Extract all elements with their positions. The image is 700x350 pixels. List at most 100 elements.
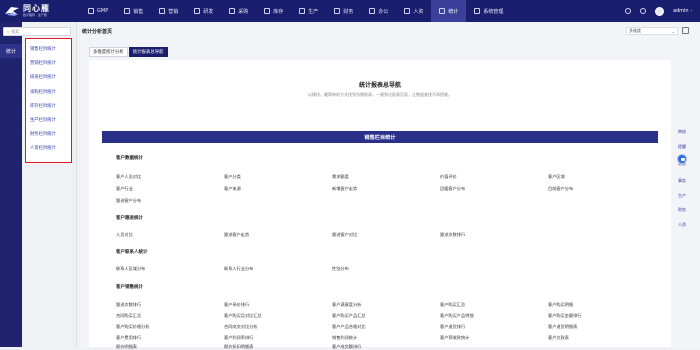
nav-item-finance[interactable]: 财务 bbox=[326, 0, 361, 22]
nav-item-settings[interactable]: 系统管理 bbox=[466, 0, 511, 22]
dock-item-production[interactable]: 生产 bbox=[673, 189, 691, 204]
report-link[interactable]: 客户退货排行 bbox=[440, 324, 465, 330]
report-link[interactable]: 联系人行业分布 bbox=[224, 266, 253, 272]
group-title: 客户跟进统计 bbox=[116, 216, 143, 221]
nav-item-office[interactable]: 办公 bbox=[361, 0, 396, 22]
logo-bird-icon bbox=[5, 7, 19, 16]
submenu-item-purchase[interactable]: 采购栏目统计 bbox=[30, 85, 56, 99]
report-link[interactable]: 回暖客户分布 bbox=[440, 186, 465, 192]
nav-item-hr[interactable]: 人资 bbox=[396, 0, 431, 22]
nav-label: 研发 bbox=[203, 8, 214, 15]
nav-item-sales[interactable]: 销售 bbox=[116, 0, 151, 22]
report-link[interactable]: 新增客户走势 bbox=[332, 186, 357, 192]
report-link[interactable]: 客户费用排行 bbox=[116, 335, 141, 341]
group-title: 客户联系人统计 bbox=[116, 250, 148, 255]
avatar[interactable] bbox=[654, 6, 664, 16]
nav-label: 库存 bbox=[273, 8, 284, 15]
report-link[interactable]: 跟进客户对比 bbox=[332, 232, 357, 238]
report-link[interactable]: 客户购买价格分析 bbox=[116, 324, 150, 330]
dock-item-hr[interactable]: 人资 bbox=[673, 218, 691, 233]
report-link[interactable]: 客户退货明细表 bbox=[548, 324, 577, 330]
report-link[interactable]: 客户采价排行 bbox=[224, 302, 249, 308]
nav-item-marketing[interactable]: 营销 bbox=[151, 0, 186, 22]
group-title: 客户销售统计 bbox=[116, 285, 143, 290]
report-link[interactable]: 客户成交额排行 bbox=[332, 344, 361, 350]
report-link[interactable]: 跟进次数排行 bbox=[116, 302, 141, 308]
report-link[interactable]: 客户购买汇总 bbox=[440, 302, 465, 308]
purchase-icon bbox=[229, 8, 236, 14]
submenu-item-sales[interactable]: 销售栏目统计 bbox=[30, 42, 56, 56]
range-select[interactable]: 多维度 ⌄ bbox=[626, 27, 678, 35]
report-link[interactable]: 客户预收款统计 bbox=[440, 335, 469, 341]
nav-item-rnd[interactable]: 研发 bbox=[186, 0, 221, 22]
finance-icon bbox=[334, 8, 341, 14]
search-placeholder: 搜索 bbox=[11, 28, 20, 34]
tab-report-nav[interactable]: 统计报表总导航 bbox=[128, 47, 168, 57]
nav-item-gmp[interactable]: GMP bbox=[80, 0, 116, 22]
report-link[interactable]: 客户购买金额排行 bbox=[548, 313, 582, 319]
report-link[interactable]: 客户欠款表 bbox=[548, 335, 569, 341]
dock-item-affairs[interactable]: 事务 bbox=[673, 174, 691, 189]
report-link[interactable]: 目前客户分布 bbox=[548, 186, 573, 192]
right-dock: 审核 提醒 消息 事务 生产 财务 人资 bbox=[673, 125, 691, 232]
submenu-item-hr[interactable]: 人资栏目统计 bbox=[30, 141, 56, 155]
gmp-icon bbox=[88, 8, 94, 14]
report-link[interactable]: 跟进客户分布 bbox=[116, 198, 141, 204]
report-link[interactable]: 报价明细表 bbox=[116, 344, 137, 350]
report-link[interactable]: 销售利润统计 bbox=[332, 335, 357, 341]
sidebar-item-stats[interactable]: 统计 bbox=[0, 44, 22, 58]
report-link[interactable]: 联系人区域分布 bbox=[116, 266, 145, 272]
report-link[interactable]: 需求额度 bbox=[332, 174, 349, 180]
submenu-item-marketing[interactable]: 营销栏目统计 bbox=[30, 56, 56, 70]
report-link[interactable]: 客户购买明细 bbox=[548, 302, 573, 308]
dock-item-audit[interactable]: 审核 bbox=[673, 125, 691, 140]
app-logo[interactable]: 同心雁 数字雁阵 · 生产圈 bbox=[0, 0, 74, 22]
report-link[interactable]: 客户分类 bbox=[224, 174, 241, 180]
report-link[interactable]: 人员对比 bbox=[116, 232, 133, 238]
search-input[interactable]: ⌕ 搜索 bbox=[3, 27, 71, 36]
submenu-item-production[interactable]: 生产栏目统计 bbox=[30, 113, 56, 127]
inventory-icon bbox=[264, 8, 271, 14]
report-link[interactable]: 客户利润率排行 bbox=[224, 335, 253, 341]
report-link[interactable]: 合同购买汇总 bbox=[116, 313, 141, 319]
user-menu[interactable]: admin - bbox=[673, 8, 692, 14]
production-icon bbox=[299, 8, 306, 14]
report-link[interactable]: 客户购买产品汇总 bbox=[332, 313, 366, 319]
report-link[interactable]: 性别分布 bbox=[332, 266, 349, 272]
report-link[interactable]: 客户购买月对比汇总 bbox=[224, 313, 262, 319]
report-link[interactable]: 客户产品合格对比 bbox=[332, 324, 366, 330]
report-link[interactable]: 报价折扣明细表 bbox=[224, 344, 253, 350]
rnd-icon bbox=[194, 8, 201, 14]
nav-label: 采购 bbox=[238, 8, 249, 15]
chat-icon[interactable] bbox=[677, 154, 687, 164]
report-link[interactable]: 客户来源 bbox=[224, 186, 241, 192]
submenu-item-finance[interactable]: 财务栏目统计 bbox=[30, 127, 56, 141]
report-link[interactable]: 客户满意度分析 bbox=[332, 302, 361, 308]
search-icon: ⌕ bbox=[7, 29, 10, 34]
nav-item-purchase[interactable]: 采购 bbox=[221, 0, 256, 22]
nav-item-stats[interactable]: 统计 bbox=[431, 0, 467, 22]
submenu-item-rnd[interactable]: 研发栏目统计 bbox=[30, 70, 56, 84]
main-nav: GMP 销售 营销 研发 采购 库存 生产 财务 办公 人资 统计 系统管理 bbox=[80, 0, 511, 22]
report-link[interactable]: 价值评价 bbox=[440, 174, 457, 180]
report-link[interactable]: 客户购买产品明细 bbox=[440, 313, 474, 319]
bell-icon[interactable] bbox=[624, 8, 631, 14]
dock-item-finance[interactable]: 财务 bbox=[673, 203, 691, 218]
nav-label: 办公 bbox=[378, 8, 389, 15]
submenu-list: 销售栏目统计 营销栏目统计 研发栏目统计 采购栏目统计 库存栏目统计 生产栏目统… bbox=[30, 42, 56, 156]
card-subtitle: 以模块，最简单的方式找到所需报表，一键到达报表页面，让数据查找不再困难。 bbox=[308, 92, 452, 97]
layout-icon[interactable] bbox=[682, 27, 689, 34]
grid-icon[interactable] bbox=[639, 8, 646, 14]
report-link[interactable]: 客户区域 bbox=[548, 174, 565, 180]
report-link[interactable]: 跟进次数排行 bbox=[440, 232, 465, 238]
sidebar: 统计 bbox=[0, 22, 22, 347]
report-link[interactable]: 客户行业 bbox=[116, 186, 133, 192]
tab-multi-analysis[interactable]: 多维度统计分析 bbox=[89, 47, 128, 57]
nav-item-production[interactable]: 生产 bbox=[291, 0, 326, 22]
report-link[interactable]: 跟进客户走势 bbox=[224, 232, 249, 238]
dock-item-remind[interactable]: 提醒 bbox=[673, 140, 691, 155]
report-link[interactable]: 客户人员对比 bbox=[116, 174, 141, 180]
nav-item-inventory[interactable]: 库存 bbox=[256, 0, 291, 22]
report-link[interactable]: 合同成交对比分析 bbox=[224, 324, 258, 330]
submenu-item-inventory[interactable]: 库存栏目统计 bbox=[30, 99, 56, 113]
